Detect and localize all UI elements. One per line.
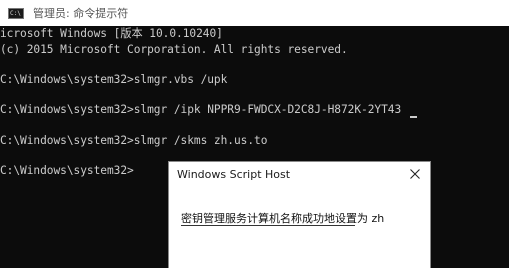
console-line: C:\Windows\system32>slmgr.vbs /upk [0,73,228,86]
dialog-message: 密钥管理服务计算机名称成功地设置为 zh [181,212,385,225]
dialog-title: Windows Script Host [177,168,291,181]
console-line: C:\Windows\system32> [0,164,134,177]
console-icon: C:\ [8,7,24,19]
close-icon [410,169,420,179]
close-button[interactable] [406,165,424,183]
console-line: (c) 2015 Microsoft Corporation. All righ… [0,43,348,56]
message-underline [181,225,355,226]
console-line: icrosoft Windows [版本 10.0.10240] [0,27,223,40]
text-cursor [410,116,417,118]
script-host-dialog: Windows Script Host 密钥管理服务计算机名称成功地设置为 zh [168,161,431,268]
console-line: C:\Windows\system32>slmgr /skms zh.us.to [0,134,268,147]
window-titlebar: C:\ 管理员: 命令提示符 [0,0,509,26]
console-line: C:\Windows\system32>slmgr /ipk NPPR9-FWD… [0,103,402,116]
window-title: 管理员: 命令提示符 [33,7,129,20]
